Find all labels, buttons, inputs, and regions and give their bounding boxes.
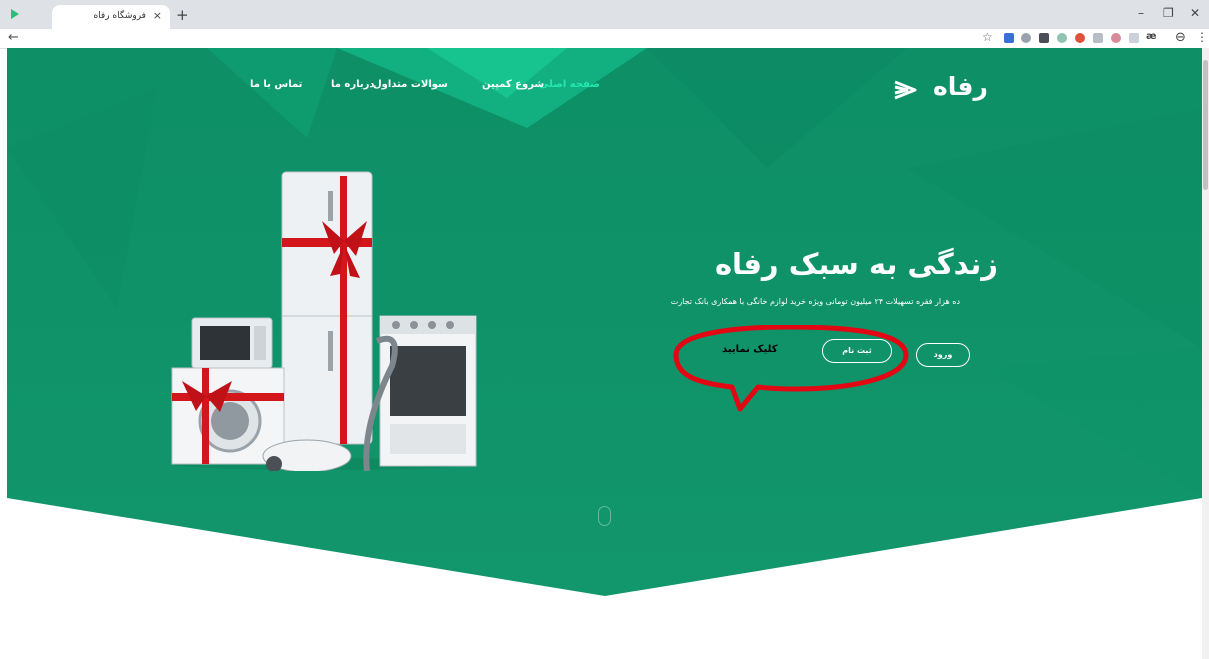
- menu-icon[interactable]: ⋮: [1196, 30, 1208, 44]
- tab-title: فروشگاه رفاه: [93, 11, 146, 21]
- appliances-image: [171, 171, 477, 471]
- tab-close-icon[interactable]: ×: [153, 9, 162, 22]
- browser-tab[interactable]: فروشگاه رفاه ×: [52, 5, 170, 29]
- logo-text[interactable]: رفاه: [933, 72, 988, 101]
- minimize-button[interactable]: –: [1138, 6, 1144, 20]
- callout-text: کلیک نمایید: [722, 344, 778, 355]
- ae-icon[interactable]: æ: [1146, 31, 1156, 42]
- new-tab-button[interactable]: +: [176, 6, 189, 24]
- nav-faq[interactable]: سوالات متداول: [373, 79, 448, 90]
- nav-home[interactable]: صفحه اصلی: [539, 79, 600, 90]
- back-button[interactable]: ←: [8, 30, 19, 45]
- site-favicon-icon: [11, 9, 19, 19]
- hero-section: [7, 48, 1202, 596]
- restore-button[interactable]: ❐: [1163, 6, 1174, 20]
- browser-toolbar: ← ☆ æ ⊖ ⋮: [0, 29, 1209, 49]
- nav-about[interactable]: درباره ما: [331, 79, 375, 90]
- profile-icon[interactable]: ⊖: [1175, 30, 1186, 45]
- extension-icon[interactable]: [1075, 33, 1085, 43]
- extension-icon[interactable]: [1039, 33, 1049, 43]
- nav-contact[interactable]: تماس با ما: [250, 79, 302, 90]
- scrollbar-thumb[interactable]: [1203, 60, 1208, 190]
- login-button[interactable]: ورود: [916, 343, 970, 367]
- scroll-mouse-icon: [598, 506, 611, 526]
- extension-icon[interactable]: [1093, 33, 1103, 43]
- close-window-button[interactable]: ✕: [1190, 6, 1200, 20]
- hero-subtitle: ده هزار فقره تسهیلات ۲۴ میلیون تومانی وی…: [670, 297, 960, 306]
- browser-tab-bar: فروشگاه رفاه × + – ❐ ✕: [0, 0, 1209, 29]
- star-icon[interactable]: ☆: [982, 30, 993, 44]
- extension-icon[interactable]: [1111, 33, 1121, 43]
- extension-icon[interactable]: [1057, 33, 1067, 43]
- extension-icon[interactable]: [1004, 33, 1014, 43]
- hero-title: زندگی به سبک رفاه: [714, 247, 998, 281]
- callout-bubble: [673, 325, 909, 412]
- extension-icon[interactable]: [1021, 33, 1031, 43]
- extension-icon[interactable]: [1129, 33, 1139, 43]
- nav-start-campaign[interactable]: شروع کمپین: [482, 79, 544, 90]
